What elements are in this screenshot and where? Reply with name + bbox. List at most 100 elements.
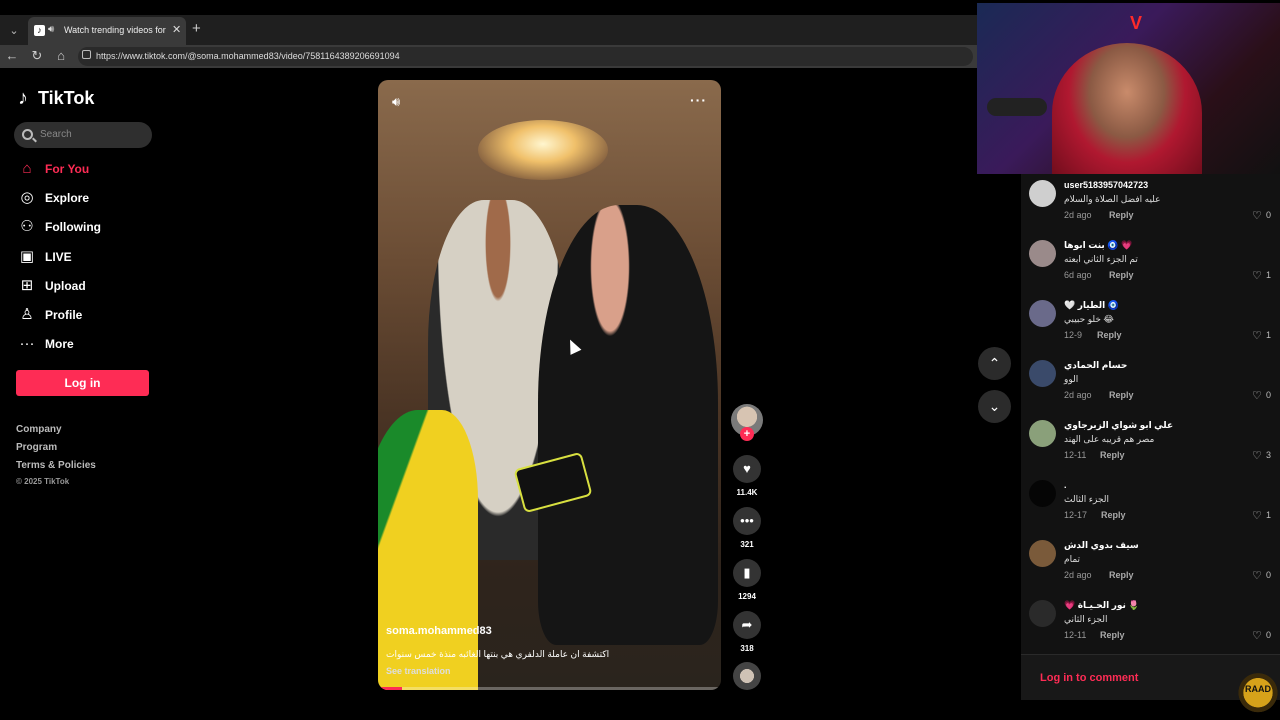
new-tab-button[interactable]: +: [192, 20, 201, 37]
music-disc-icon[interactable]: [733, 662, 761, 690]
footer-link-terms[interactable]: Terms & Policies: [16, 460, 96, 471]
comment-like-count: 1: [1266, 270, 1272, 280]
follow-plus-icon[interactable]: +: [740, 427, 754, 441]
commenter-name[interactable]: user5183957042723: [1064, 180, 1148, 190]
video-progress-bar[interactable]: [378, 687, 721, 690]
sidebar-item-more[interactable]: ··· More: [18, 333, 158, 357]
commenter-name[interactable]: .: [1064, 480, 1067, 490]
home-icon[interactable]: ⌂: [53, 48, 69, 63]
reply-button[interactable]: Reply: [1101, 510, 1126, 520]
sidebar-item-following[interactable]: ⚇ Following: [18, 216, 158, 240]
comment-date: 12-11: [1064, 630, 1087, 640]
sidebar-item-live[interactable]: ▣ LIVE: [18, 246, 158, 270]
like-action[interactable]: ♥ 11.4K: [733, 455, 761, 497]
video-player[interactable]: 🔊︎ ··· soma.mohammed83 اكتشفة ان عاملة ا…: [378, 80, 721, 690]
commenter-avatar[interactable]: [1029, 240, 1056, 267]
comment-action[interactable]: ••• 321: [733, 507, 761, 549]
previous-video-chevron-up-icon[interactable]: ⌃: [978, 347, 1011, 380]
login-button[interactable]: Log in: [16, 370, 149, 396]
save-action[interactable]: ▮ 1294: [733, 559, 761, 601]
commenter-avatar[interactable]: [1029, 180, 1056, 207]
comment-count: 321: [740, 540, 754, 549]
sidebar-item-label: Profile: [45, 308, 83, 322]
comment-like-count: 0: [1266, 210, 1272, 220]
reply-button[interactable]: Reply: [1109, 390, 1134, 400]
tab-audio-icon[interactable]: 🔊︎: [48, 24, 54, 35]
comment-date: 12-11: [1064, 450, 1087, 460]
comment-like-count: 1: [1266, 510, 1272, 520]
reply-button[interactable]: Reply: [1109, 570, 1134, 580]
back-arrow-icon[interactable]: ←: [4, 48, 20, 63]
see-translation-link[interactable]: See translation: [386, 666, 451, 676]
next-video-chevron-down-icon[interactable]: ⌄: [978, 390, 1011, 423]
commenter-avatar[interactable]: [1029, 420, 1056, 447]
comment-like-heart-icon[interactable]: ♡: [1252, 449, 1262, 462]
comment-like-heart-icon[interactable]: ♡: [1252, 629, 1262, 642]
volume-icon[interactable]: 🔊︎: [392, 94, 400, 110]
sidebar-item-label: For You: [45, 162, 90, 176]
share-arrow-icon[interactable]: ➦: [733, 611, 761, 639]
sidebar-item-label: Following: [45, 220, 101, 234]
site-info-icon[interactable]: [82, 50, 91, 59]
sidebar-item-for-you[interactable]: ⌂ For You: [18, 158, 158, 182]
commenter-name[interactable]: سيف بدوي الدش: [1064, 540, 1139, 551]
save-count: 1294: [738, 592, 756, 601]
search-input[interactable]: Search: [14, 122, 152, 148]
commenter-name[interactable]: حسام الحمادي: [1064, 360, 1127, 371]
reply-button[interactable]: Reply: [1097, 330, 1122, 340]
commenter-avatar[interactable]: [1029, 540, 1056, 567]
footer-link-program[interactable]: Program: [16, 442, 57, 453]
comment-like-heart-icon[interactable]: ♡: [1252, 509, 1262, 522]
reply-button[interactable]: Reply: [1109, 270, 1134, 280]
sidebar-item-profile[interactable]: ♙ Profile: [18, 304, 158, 328]
like-count: 11.4K: [736, 488, 758, 497]
commenter-name[interactable]: 💗 نور الحـيـاة 🌷: [1064, 600, 1140, 611]
tab-close-icon[interactable]: ✕: [172, 23, 181, 36]
commenter-avatar[interactable]: [1029, 600, 1056, 627]
chandelier: [478, 120, 608, 180]
commenter-name[interactable]: 🤍 الطيار 🧿: [1064, 300, 1119, 311]
reply-button[interactable]: Reply: [1100, 450, 1125, 460]
sidebar-item-label: More: [45, 337, 74, 351]
bookmark-icon[interactable]: ▮: [733, 559, 761, 587]
video-caption: اكتشفة ان عاملة الدلفري هي بنتها الغائبه…: [386, 649, 610, 659]
tab-list-chevron-icon[interactable]: ⌄: [4, 21, 24, 41]
sidebar-item-upload[interactable]: ⊞ Upload: [18, 275, 158, 299]
comment-like-count: 3: [1266, 450, 1272, 460]
commenter-avatar[interactable]: [1029, 300, 1056, 327]
heart-icon[interactable]: ♥: [733, 455, 761, 483]
comment-text: مصر هم قريبه على الهند: [1064, 434, 1155, 444]
browser-tab[interactable]: ♪ 🔊︎ Watch trending videos for you ✕: [28, 17, 186, 45]
address-bar: ← ↻ ⌂ https://www.tiktok.com/@soma.moham…: [0, 45, 980, 68]
comment-like-heart-icon[interactable]: ♡: [1252, 569, 1262, 582]
more-icon: ···: [19, 335, 35, 352]
search-placeholder: Search: [40, 129, 72, 140]
commenter-avatar[interactable]: [1029, 360, 1056, 387]
reload-icon[interactable]: ↻: [29, 48, 45, 64]
share-action[interactable]: ➦ 318: [733, 611, 761, 653]
comment-like-heart-icon[interactable]: ♡: [1252, 269, 1262, 282]
comment-like-heart-icon[interactable]: ♡: [1252, 389, 1262, 402]
sidebar-item-explore[interactable]: ◎ Explore: [18, 187, 158, 211]
video-person-girl: [378, 410, 478, 690]
video-person-woman: [538, 205, 718, 645]
comment-item: سيف بدوي الدش تمام 2d ago Reply ♡ 0: [1021, 536, 1280, 596]
sidebar-item-label: LIVE: [45, 250, 72, 264]
reply-button[interactable]: Reply: [1100, 630, 1125, 640]
footer-link-company[interactable]: Company: [16, 424, 62, 435]
commenter-name[interactable]: علي ابو شواي الزبرجاوي: [1064, 420, 1173, 431]
url-field[interactable]: https://www.tiktok.com/@soma.mohammed83/…: [78, 47, 973, 66]
comment-date: 12-9: [1064, 330, 1083, 340]
comment-date: 2d ago: [1064, 390, 1092, 400]
more-options-icon[interactable]: ···: [690, 92, 707, 108]
sidebar-item-label: Explore: [45, 191, 90, 205]
video-author[interactable]: soma.mohammed83: [386, 625, 492, 637]
login-to-comment-link[interactable]: Log in to comment: [1040, 672, 1138, 684]
commenter-avatar[interactable]: [1029, 480, 1056, 507]
comment-like-heart-icon[interactable]: ♡: [1252, 329, 1262, 342]
comment-bubble-icon[interactable]: •••: [733, 507, 761, 535]
comment-like-heart-icon[interactable]: ♡: [1252, 209, 1262, 222]
comment-text: الجزء الثاني: [1064, 614, 1108, 624]
commenter-name[interactable]: بنت ابوها 🧿 💗: [1064, 240, 1132, 251]
reply-button[interactable]: Reply: [1109, 210, 1134, 220]
